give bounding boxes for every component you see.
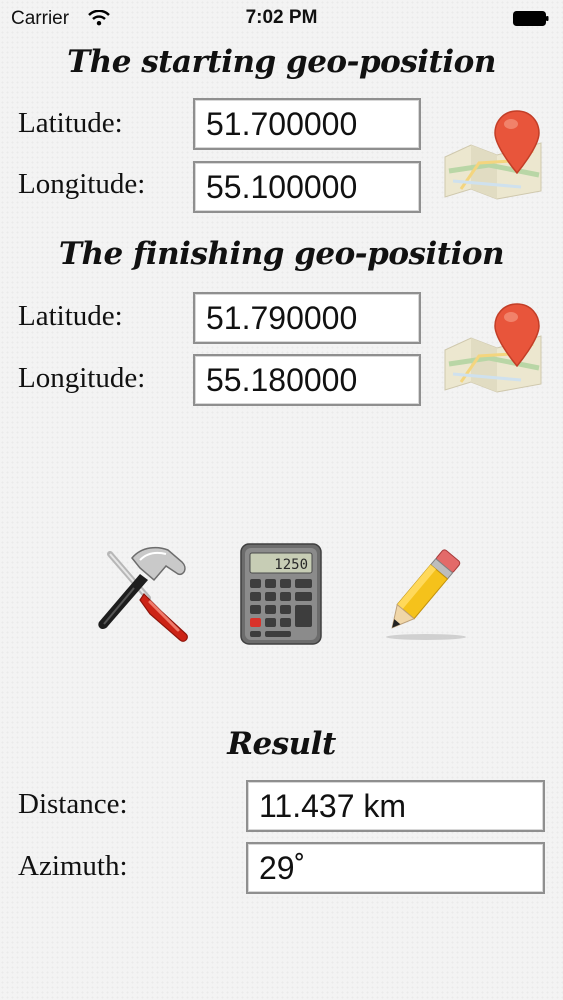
calculator-icon[interactable]: 1250	[240, 543, 322, 645]
map-pin-icon[interactable]	[441, 298, 545, 394]
calculator-display: 1250	[274, 557, 308, 573]
azimuth-field: 29˚	[246, 842, 545, 894]
status-bar: Carrier 7:02 PM	[0, 0, 563, 38]
finish-longitude-label: Longitude:	[18, 362, 146, 394]
azimuth-label: Azimuth:	[18, 850, 128, 882]
start-longitude-label: Longitude:	[18, 168, 146, 200]
pencil-icon[interactable]	[378, 541, 468, 645]
start-longitude-field[interactable]: 55.100000	[193, 161, 421, 213]
distance-field: 11.437 km	[246, 780, 545, 832]
finish-latitude-field[interactable]: 51.790000	[193, 292, 421, 344]
battery-icon	[513, 11, 549, 26]
clock: 7:02 PM	[245, 7, 318, 28]
distance-label: Distance:	[18, 788, 128, 820]
tools-icon[interactable]	[88, 544, 194, 644]
result-title: Result	[227, 726, 336, 762]
finish-longitude-field[interactable]: 55.180000	[193, 354, 421, 406]
start-section-title: The starting geo-position	[67, 44, 496, 80]
start-latitude-label: Latitude:	[18, 107, 123, 139]
finish-section-title: The finishing geo-position	[58, 236, 505, 272]
map-pin-icon[interactable]	[441, 105, 545, 201]
finish-latitude-label: Latitude:	[18, 300, 123, 332]
start-latitude-field[interactable]: 51.700000	[193, 98, 421, 150]
